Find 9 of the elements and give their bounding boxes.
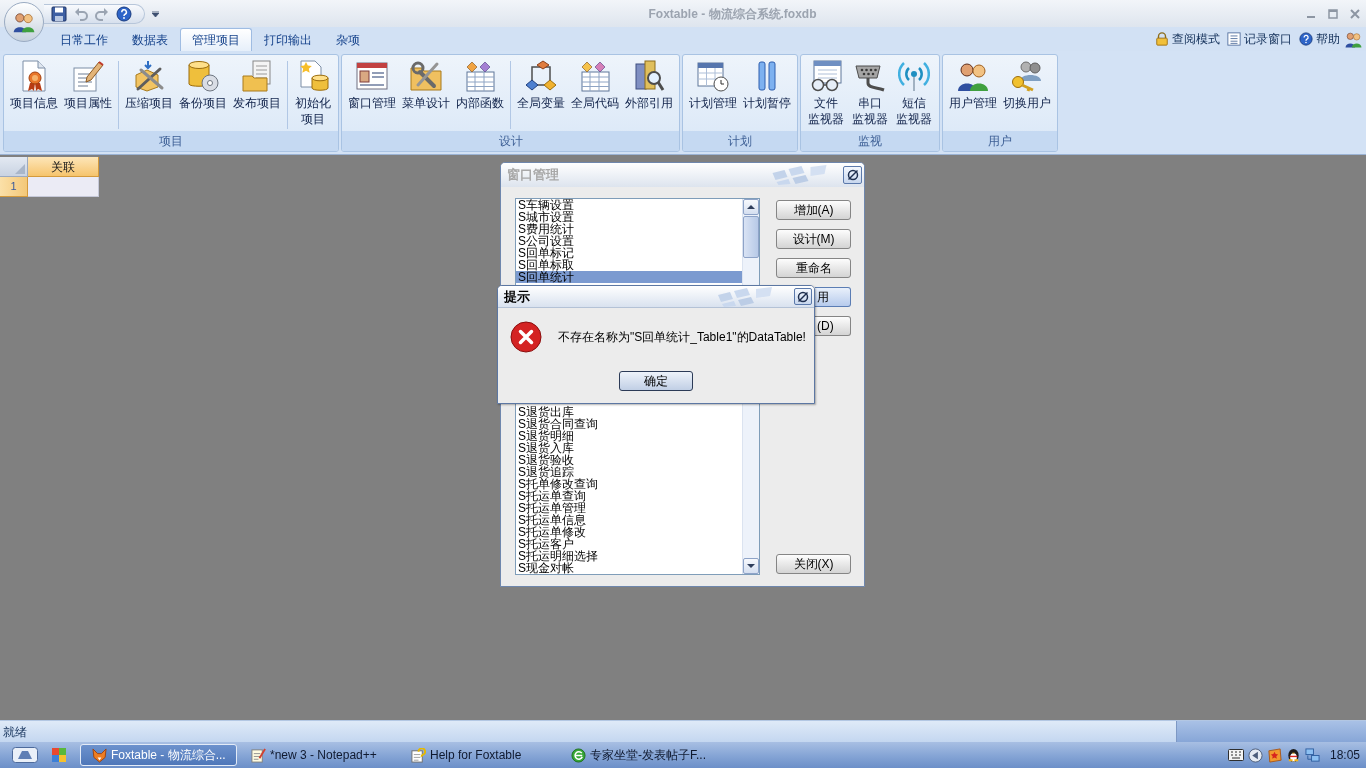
clock-time: 18:05 [1329, 747, 1360, 764]
group-label: 用户 [943, 131, 1057, 151]
group-label: 监视 [801, 131, 939, 151]
dialog-title: 窗口管理 [507, 166, 559, 185]
window-title: Foxtable - 物流综合系统.foxdb [647, 5, 818, 23]
status-text: 就绪 [2, 723, 28, 741]
group-label: 设计 [342, 131, 679, 151]
group-label: 计划 [683, 131, 797, 151]
group-label: 项目 [4, 131, 338, 151]
